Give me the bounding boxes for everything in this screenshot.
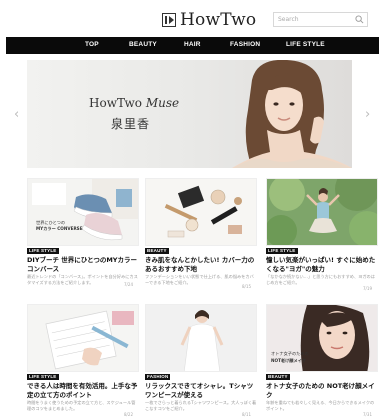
category-badge[interactable]: BEAUTY bbox=[266, 374, 290, 380]
hero-title-muse: Muse bbox=[145, 96, 180, 110]
category-badge[interactable]: LIFE STYLE bbox=[266, 248, 298, 254]
site-header: HowTwo bbox=[0, 0, 385, 36]
carousel-prev-arrow[interactable]: ‹ bbox=[14, 107, 19, 122]
article-date: 7/24 bbox=[124, 282, 133, 287]
article-title[interactable]: オトナ女子のための NOT老け顔メイク bbox=[266, 382, 378, 399]
article-thumbnail[interactable] bbox=[145, 304, 257, 372]
search-icon[interactable] bbox=[355, 15, 364, 24]
cosmetics-photo bbox=[146, 179, 256, 245]
article-date: 8/22 bbox=[124, 412, 133, 417]
article-title[interactable]: DIYブーチ 世界にひとつのMYカラーコンバース bbox=[27, 256, 139, 273]
nav-item-top[interactable]: TOP bbox=[85, 41, 99, 48]
planner-photo bbox=[28, 305, 138, 371]
article-date: 7/31 bbox=[363, 412, 372, 417]
article-thumbnail[interactable]: オトナ女子のための NOT老け顔メイク bbox=[266, 304, 378, 372]
nav-item-lifestyle[interactable]: LIFE STYLE bbox=[286, 41, 325, 48]
article-title[interactable]: 憧しい気楽がいっぱい! すぐに始めたくなる"ヨガ"の魅力 bbox=[266, 256, 378, 273]
category-badge[interactable]: BEAUTY bbox=[145, 248, 169, 254]
nav-item-hair[interactable]: HAIR bbox=[184, 41, 201, 48]
hero-title-brand: HowTwo bbox=[89, 96, 143, 110]
hero-title: HowTwo Muse bbox=[89, 96, 179, 110]
nav-item-beauty[interactable]: BEAUTY bbox=[129, 41, 157, 48]
article-thumbnail[interactable] bbox=[266, 178, 378, 246]
article-thumbnail[interactable] bbox=[27, 304, 139, 372]
thumbnail-caption-1: オトナ女子のための bbox=[271, 350, 309, 357]
logo-icon bbox=[162, 13, 176, 27]
makeup-photo: オトナ女子のための NOT老け顔メイク bbox=[267, 305, 377, 371]
logo-text: HowTwo bbox=[180, 10, 257, 30]
article-excerpt: 一枚でさらっと着られるTシャツワンピース。大人っぽく着こなすコツをご紹介。 bbox=[145, 400, 257, 411]
article-thumbnail[interactable]: 世界にひとつの MYカラー CONVERSE bbox=[27, 178, 139, 246]
thumbnail-caption-1: 世界にひとつの bbox=[36, 219, 65, 226]
article-date: 8/11 bbox=[242, 412, 251, 417]
article-title[interactable]: できる人は時間を有効活用。上手な予定の立て方のポイント bbox=[27, 382, 139, 399]
article-title[interactable]: きみ肌をなんとかしたい! カバー力のあるおすすめ下地 bbox=[145, 256, 257, 273]
category-badge[interactable]: FASHION bbox=[145, 374, 171, 380]
fashion-photo bbox=[146, 305, 256, 371]
article-thumbnail[interactable] bbox=[145, 178, 257, 246]
main-nav: TOP BEAUTY HAIR FASHION LIFE STYLE bbox=[6, 37, 379, 54]
article-excerpt: 時間をうまく使うための予定の立て方と、スケジュール管理のコツをまとめました。 bbox=[27, 400, 136, 411]
yoga-photo bbox=[267, 179, 377, 245]
article-title[interactable]: リラックスできてオシャレ。Tシャツワンピースが使える bbox=[145, 382, 257, 399]
search-input[interactable] bbox=[274, 13, 354, 26]
article-excerpt: ファンデーションをいい状態で仕上げる、肌の悩みをカバーできる下地をご紹介。 bbox=[145, 274, 254, 285]
category-badge[interactable]: LIFE STYLE bbox=[27, 248, 59, 254]
hero-model-photo bbox=[232, 60, 352, 168]
carousel-next-arrow[interactable]: › bbox=[365, 107, 370, 122]
article-excerpt: 年齢を重ねても若々しく見える、今日からできるメイクのポイント。 bbox=[266, 400, 375, 411]
hero-name: 泉里香 bbox=[111, 117, 151, 131]
article-date: 7/19 bbox=[363, 286, 372, 291]
article-date: 8/15 bbox=[242, 284, 251, 289]
thumbnail-caption-2: NOT老け顔メイク bbox=[271, 357, 306, 364]
nav-item-fashion[interactable]: FASHION bbox=[230, 41, 260, 48]
hero-banner[interactable]: HowTwo Muse 泉里香 bbox=[27, 60, 352, 168]
article-excerpt: 最近トレンドの「コンバース」。ポイントを自分好みにカスタマイズする方法をご紹介し… bbox=[27, 274, 138, 285]
category-badge[interactable]: LIFE STYLE bbox=[27, 374, 59, 380]
search-box bbox=[273, 12, 368, 27]
sneaker-photo: 世界にひとつの MYカラー CONVERSE bbox=[28, 179, 138, 245]
thumbnail-caption-2: MYカラー CONVERSE bbox=[36, 225, 83, 232]
article-excerpt: 「なかなか続かない…」と思う方にもおすすめ、ヨガのはじめ方をご紹介。 bbox=[266, 274, 375, 285]
site-logo[interactable]: HowTwo bbox=[162, 10, 256, 30]
